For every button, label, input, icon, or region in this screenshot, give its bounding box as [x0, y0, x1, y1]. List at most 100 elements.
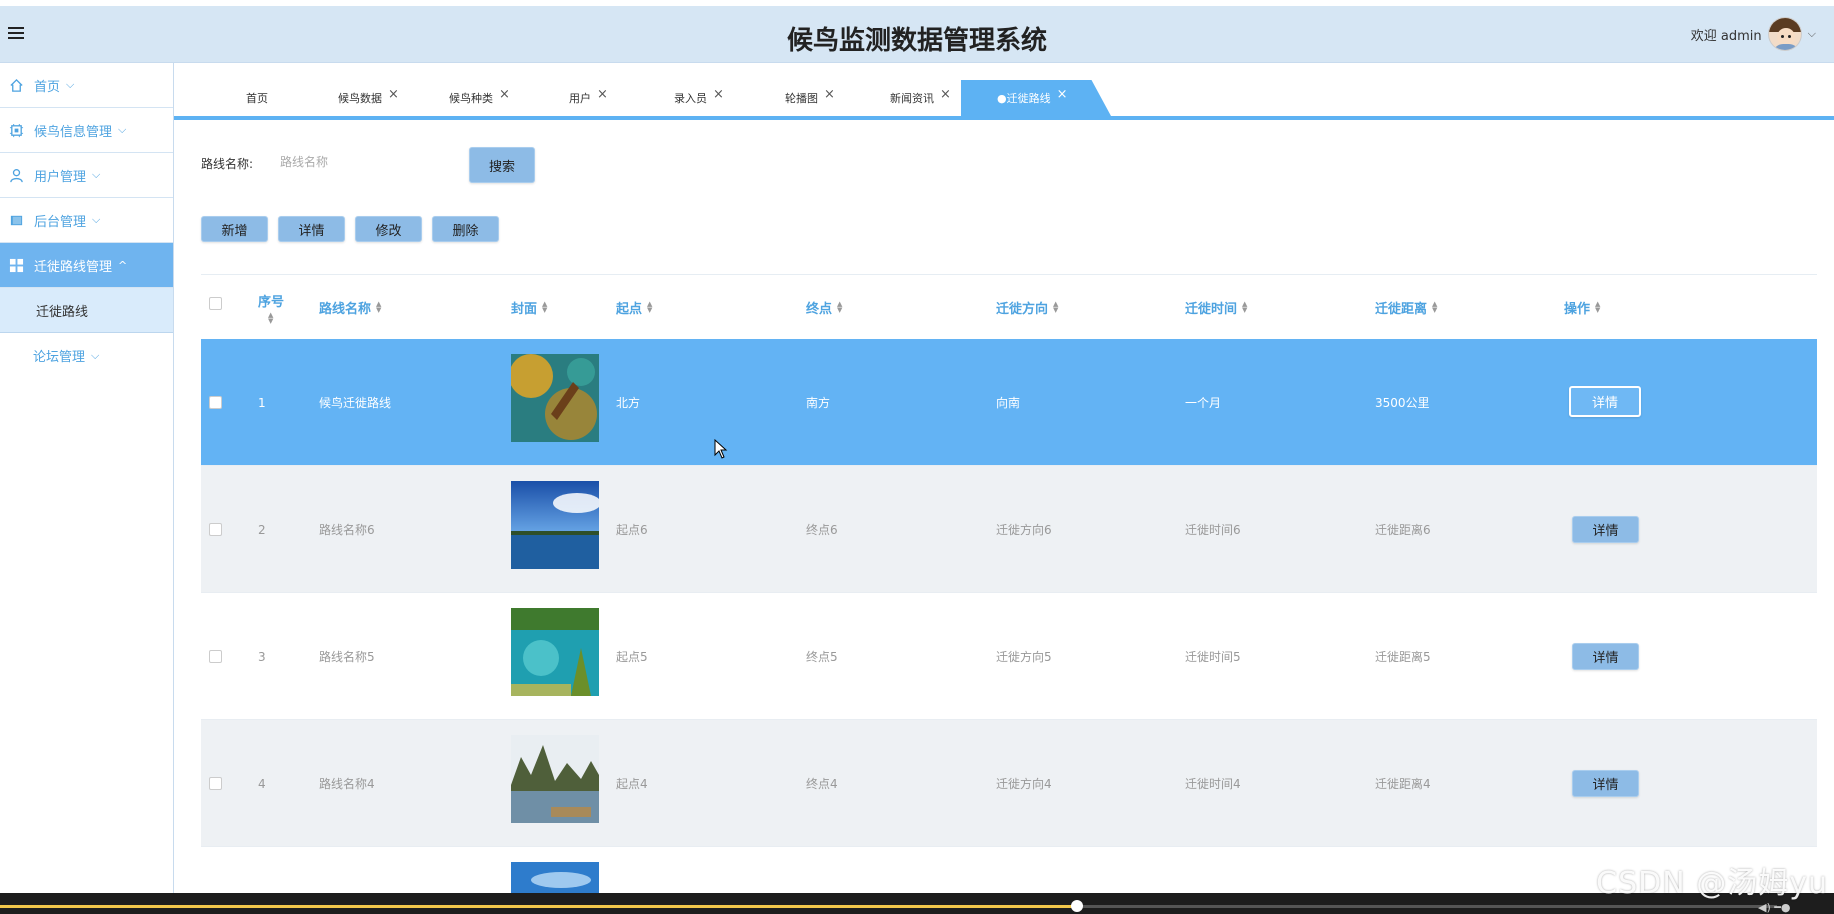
column-header-start[interactable]: 起点 ▲ ▼ — [616, 275, 652, 339]
cell-name: 候鸟迁徙路线 — [319, 396, 392, 410]
close-icon[interactable]: × — [940, 87, 951, 102]
row-checkbox[interactable] — [209, 777, 222, 790]
table-row[interactable]: 1 候鸟迁徙路线 北方 南方 向南 一个月 3500公里 详情 — [201, 339, 1817, 466]
video-track[interactable] — [1077, 905, 1777, 908]
table-row[interactable]: 4 路线名称4 起点4 终点4 迁徙方向4 迁徙时间4 迁徙距离4 详情 — [201, 720, 1817, 847]
column-header-direction[interactable]: 迁徙方向 ▲ ▼ — [996, 275, 1058, 339]
cover-image — [511, 354, 599, 442]
row-checkbox[interactable] — [209, 650, 222, 663]
row-checkbox[interactable] — [209, 396, 222, 409]
detail-button[interactable]: 详情 — [278, 216, 345, 242]
row-detail-button[interactable]: 详情 — [1572, 770, 1639, 797]
delete-button[interactable]: 删除 — [432, 216, 499, 242]
sidebar-item-users[interactable]: 用户管理 ⌵ — [0, 153, 173, 198]
sidebar-item-backend[interactable]: 后台管理 ⌵ — [0, 198, 173, 243]
app-root: 候鸟监测数据管理系统 欢迎 admin ⌵ 首页 ⌵ 候鸟信息管理 ⌵ 用户管理… — [0, 0, 1834, 914]
cell-index: 4 — [258, 776, 266, 791]
column-header-time[interactable]: 迁徙时间 ▲ ▼ — [1185, 275, 1247, 339]
column-header-end[interactable]: 终点 ▲ ▼ — [806, 275, 842, 339]
sort-icon[interactable]: ▲ ▼ — [1053, 301, 1058, 314]
cell-distance: 迁徙距离5 — [1375, 650, 1431, 664]
sidebar-item-label: 迁徙路线 — [36, 304, 89, 320]
close-icon[interactable]: × — [713, 87, 724, 102]
sort-icon[interactable]: ▲ ▼ — [376, 301, 381, 314]
sort-icon[interactable]: ▲ ▼ — [647, 301, 652, 314]
video-progress[interactable] — [0, 905, 1077, 908]
row-checkbox[interactable] — [209, 523, 222, 536]
cell-end: 终点5 — [806, 650, 838, 664]
sort-icon[interactable]: ▲ ▼ — [1432, 301, 1437, 314]
cell-name: 路线名称5 — [319, 650, 375, 664]
add-button[interactable]: 新增 — [201, 216, 268, 242]
sidebar-item-home[interactable]: 首页 ⌵ — [0, 63, 173, 108]
action-toolbar: 新增 详情 修改 删除 — [201, 216, 499, 242]
sidebar-item-label: 论坛管理 — [33, 350, 86, 365]
cell-index: 3 — [258, 649, 266, 664]
cell-direction: 向南 — [996, 396, 1021, 410]
sidebar-item-label: 后台管理 — [34, 214, 87, 230]
cell-index: 2 — [258, 522, 266, 537]
menu-toggle-icon[interactable] — [8, 24, 24, 44]
volume-icon[interactable]: ◀) ━● — [1758, 901, 1790, 914]
tab-home[interactable]: 首页 — [246, 80, 268, 116]
video-scrubber-handle[interactable] — [1071, 900, 1083, 912]
column-header-cover[interactable]: 封面 ▲ ▼ — [511, 275, 547, 339]
close-icon[interactable]: × — [597, 87, 608, 102]
routes-table: 序号 ▲ ▼ 路线名称 ▲ ▼ 封面 ▲ ▼ 起点 ▲ ▼ 终点 ▲ ▼ 迁徙方向 ▲ ▼ 迁徙时间 ▲ ▼… — [201, 274, 1817, 905]
sidebar-subitem-route[interactable]: 迁徙路线 — [0, 288, 173, 333]
table-row[interactable]: 3 路线名称5 起点5 终点5 迁徙方向5 迁徙时间5 迁徙距离5 详情 — [201, 593, 1817, 720]
sidebar-item-route-management[interactable]: 迁徙路线管理 ^ — [0, 243, 173, 288]
cell-direction: 迁徙方向4 — [996, 777, 1052, 791]
chevron-down-icon: ⌵ — [92, 213, 101, 226]
sidebar-item-bird-info[interactable]: 候鸟信息管理 ⌵ — [0, 108, 173, 153]
chevron-down-icon: ⌵ — [92, 168, 101, 181]
avatar[interactable] — [1767, 17, 1802, 51]
search-input[interactable] — [270, 148, 460, 176]
close-icon[interactable]: × — [1057, 87, 1068, 102]
sidebar-item-label: 迁徙路线管理 — [34, 259, 113, 275]
sort-icon[interactable]: ▲ ▼ — [542, 301, 547, 314]
video-control-bar — [0, 893, 1834, 914]
cell-start: 起点5 — [616, 650, 648, 664]
close-icon[interactable]: × — [824, 87, 835, 102]
close-icon[interactable]: × — [388, 87, 399, 102]
column-header-name[interactable]: 路线名称 ▲ ▼ — [319, 275, 381, 339]
tab-carousel[interactable]: 轮播图 × — [785, 80, 835, 116]
column-header-action[interactable]: 操作 ▲ ▼ — [1564, 275, 1600, 339]
search-button[interactable]: 搜索 — [469, 147, 535, 183]
row-detail-button[interactable]: 详情 — [1569, 386, 1641, 417]
chevron-down-icon[interactable]: ⌵ — [1808, 27, 1816, 41]
select-all-checkbox[interactable] — [209, 297, 222, 310]
column-header-index[interactable]: 序号 ▲ ▼ — [258, 275, 284, 339]
row-detail-button[interactable]: 详情 — [1572, 516, 1639, 543]
tab-underline — [174, 116, 1834, 120]
table-row[interactable]: 2 路线名称6 起点6 终点6 迁徙方向6 迁徙时间6 迁徙距离6 详情 — [201, 466, 1817, 593]
tab-news[interactable]: 新闻资讯 × — [890, 80, 951, 116]
cell-time: 一个月 — [1185, 396, 1222, 410]
cell-end: 终点4 — [806, 777, 838, 791]
tab-users[interactable]: 用户 × — [569, 80, 608, 116]
tab-recorders[interactable]: 录入员 × — [674, 80, 724, 116]
user-menu[interactable]: 欢迎 admin ⌵ — [1691, 14, 1816, 54]
edit-button[interactable]: 修改 — [355, 216, 422, 242]
row-detail-button[interactable]: 详情 — [1572, 643, 1639, 670]
cell-time: 迁徙时间4 — [1185, 777, 1241, 791]
top-header: 候鸟监测数据管理系统 欢迎 admin ⌵ — [0, 6, 1834, 63]
sort-icon[interactable]: ▲ ▼ — [1242, 301, 1247, 314]
cell-distance: 迁徙距离6 — [1375, 523, 1431, 537]
sort-icon[interactable]: ▲ ▼ — [1595, 301, 1600, 314]
cover-image — [511, 608, 599, 696]
home-icon — [8, 77, 24, 93]
sidebar-item-label: 首页 — [34, 79, 61, 95]
chip-icon — [8, 122, 24, 138]
column-header-distance[interactable]: 迁徙距离 ▲ ▼ — [1375, 275, 1437, 339]
tab-bird-species[interactable]: 候鸟种类 × — [449, 80, 510, 116]
cell-direction: 迁徙方向6 — [996, 523, 1052, 537]
sidebar-item-label: 候鸟信息管理 — [34, 124, 113, 140]
sidebar-item-forum[interactable]: 论坛管理 ⌵ — [0, 333, 173, 378]
sort-icon[interactable]: ▲ ▼ — [268, 311, 273, 324]
sort-icon[interactable]: ▲ ▼ — [837, 301, 842, 314]
tab-migration-route[interactable]: ●迁徙路线 × — [961, 80, 1111, 116]
close-icon[interactable]: × — [499, 87, 510, 102]
tab-bird-data[interactable]: 候鸟数据 × — [338, 80, 399, 116]
